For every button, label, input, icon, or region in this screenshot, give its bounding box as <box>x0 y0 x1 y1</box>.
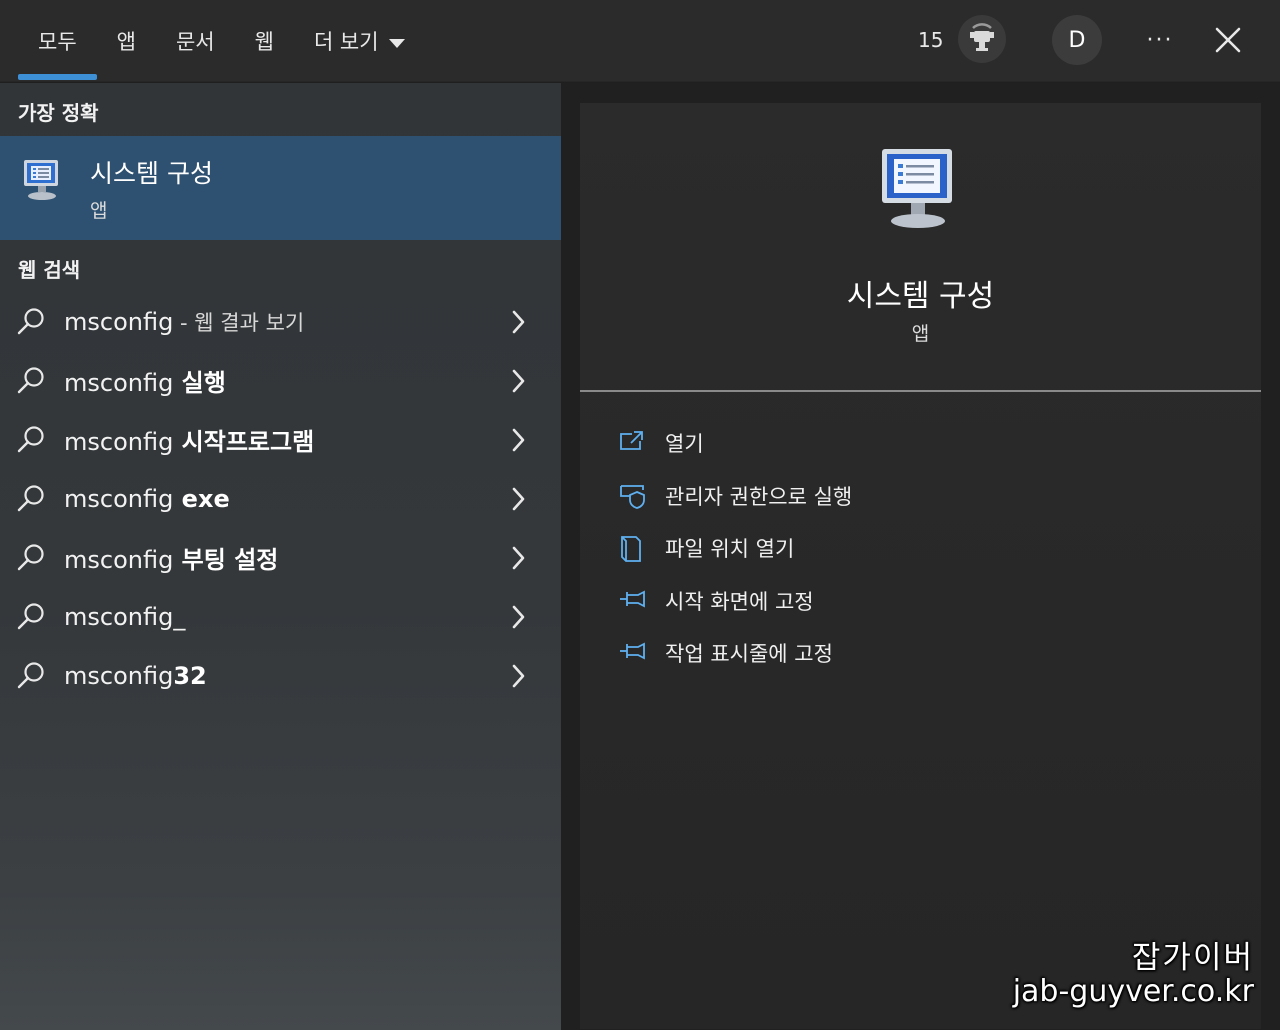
system-config-icon <box>24 160 58 200</box>
web-result-item[interactable]: msconfig - 웹 결과 보기 <box>0 292 561 351</box>
result-text: msconfig_ <box>64 603 185 631</box>
result-text: msconfig 실행 <box>64 363 226 398</box>
action-label: 작업 표시줄에 고정 <box>665 642 833 667</box>
result-query: msconfig <box>64 428 174 456</box>
avatar[interactable]: D <box>1052 15 1102 65</box>
search-icon <box>17 426 44 453</box>
rewards-points: 15 <box>918 28 944 52</box>
action-list: 열기 관리자 권한으로 실행 파일 위치 열기 시작 화면에 고정 작업 표시줄… <box>580 417 1261 680</box>
more-icon: ··· <box>1146 27 1174 53</box>
search-icon <box>17 662 44 689</box>
tab-label: 모두 <box>38 30 77 54</box>
result-suffix: 부팅 설정 <box>173 546 279 574</box>
web-result-item[interactable]: msconfig32 <box>0 646 561 705</box>
preview-pane: 시스템 구성 앱 열기 관리자 권한으로 실행 파일 위치 열기 시작 화면에 … <box>561 83 1280 1030</box>
result-text: msconfig32 <box>64 662 207 690</box>
result-query: msconfig <box>64 661 174 690</box>
result-text: msconfig 시작프로그램 <box>64 422 314 457</box>
chevron-right-icon <box>512 487 525 511</box>
preview-card: 시스템 구성 앱 열기 관리자 권한으로 실행 파일 위치 열기 시작 화면에 … <box>580 103 1261 1029</box>
web-results-list: msconfig - 웹 결과 보기 msconfig 실행 msconfig … <box>0 292 561 705</box>
result-suffix: _ <box>173 602 186 631</box>
chevron-right-icon <box>512 428 525 452</box>
web-result-item[interactable]: msconfig 부팅 설정 <box>0 528 561 587</box>
avatar-letter: D <box>1068 27 1086 53</box>
action-open-file-location[interactable]: 파일 위치 열기 <box>580 522 1261 575</box>
chevron-right-icon <box>512 605 525 629</box>
chevron-right-icon <box>512 664 525 688</box>
result-text: msconfig - 웹 결과 보기 <box>64 307 304 337</box>
action-run-as-admin[interactable]: 관리자 권한으로 실행 <box>580 470 1261 523</box>
preview-title: 시스템 구성 <box>846 279 995 314</box>
action-label: 시작 화면에 고정 <box>665 589 814 614</box>
search-icon <box>17 544 44 571</box>
tab-apps[interactable]: 앱 <box>97 0 156 82</box>
rewards-button[interactable] <box>958 15 1006 63</box>
divider <box>580 390 1261 392</box>
search-icon <box>17 603 44 630</box>
action-label: 열기 <box>665 432 704 457</box>
result-query: msconfig <box>64 307 174 336</box>
action-label: 관리자 권한으로 실행 <box>665 484 853 509</box>
search-icon <box>17 308 44 335</box>
best-match-label: 가장 정확 <box>18 101 99 125</box>
result-query: msconfig <box>64 546 174 574</box>
trophy-icon <box>970 23 994 51</box>
action-open[interactable]: 열기 <box>580 417 1261 470</box>
tab-label: 문서 <box>175 30 215 54</box>
web-result-item[interactable]: msconfig 실행 <box>0 351 561 410</box>
web-search-label: 웹 검색 <box>18 258 81 282</box>
best-match-item[interactable]: 시스템 구성 앱 <box>0 136 561 240</box>
result-suffix: - 웹 결과 보기 <box>173 310 305 335</box>
more-options-button[interactable]: ··· <box>1140 20 1180 60</box>
filter-tabs: 모두 앱 문서 웹 더 보기 <box>18 0 425 82</box>
tab-label: 웹 <box>254 30 274 54</box>
result-query: msconfig <box>64 484 174 513</box>
web-result-item[interactable]: msconfig_ <box>0 587 561 646</box>
result-query: msconfig <box>64 369 174 397</box>
tab-more[interactable]: 더 보기 <box>294 0 425 82</box>
pin-icon <box>620 642 645 660</box>
tab-documents[interactable]: 문서 <box>156 0 235 82</box>
chevron-right-icon <box>512 310 525 334</box>
best-match-type: 앱 <box>90 200 108 222</box>
pin-icon <box>620 590 645 607</box>
result-text: msconfig 부팅 설정 <box>64 540 278 575</box>
action-label: 파일 위치 열기 <box>665 537 795 562</box>
action-pin-to-taskbar[interactable]: 작업 표시줄에 고정 <box>580 627 1261 680</box>
action-pin-to-start[interactable]: 시작 화면에 고정 <box>580 575 1261 628</box>
shield-icon <box>620 484 645 509</box>
close-icon <box>1215 27 1241 53</box>
open-icon <box>620 431 643 450</box>
tab-label: 더 보기 <box>313 30 379 54</box>
watermark-name: 잡가이버 <box>1131 940 1254 976</box>
chevron-down-icon <box>388 38 405 48</box>
web-result-item[interactable]: msconfig exe <box>0 469 561 528</box>
tab-label: 앱 <box>116 30 136 54</box>
folder-icon <box>621 536 641 562</box>
watermark-url: jab-guyver.co.kr <box>1012 974 1254 1009</box>
tab-all[interactable]: 모두 <box>18 0 97 82</box>
search-icon <box>17 485 44 512</box>
result-query: msconfig <box>64 602 174 631</box>
search-header: 모두 앱 문서 웹 더 보기 15 D ··· <box>0 0 1280 82</box>
result-suffix: 실행 <box>173 369 226 397</box>
chevron-right-icon <box>512 369 525 393</box>
result-suffix: 32 <box>173 661 207 690</box>
search-icon <box>17 367 44 394</box>
result-text: msconfig exe <box>64 485 230 513</box>
result-suffix: exe <box>173 484 230 513</box>
result-suffix: 시작프로그램 <box>173 428 315 456</box>
preview-type: 앱 <box>911 323 930 345</box>
close-button[interactable] <box>1208 20 1248 60</box>
system-config-icon <box>882 149 952 228</box>
chevron-right-icon <box>512 546 525 570</box>
web-result-item[interactable]: msconfig 시작프로그램 <box>0 410 561 469</box>
tab-web[interactable]: 웹 <box>235 0 294 82</box>
results-pane: 가장 정확 시스템 구성 앱 웹 검색 msconfig - 웹 결과 보기 m… <box>0 83 561 1030</box>
best-match-name: 시스템 구성 <box>90 159 213 188</box>
